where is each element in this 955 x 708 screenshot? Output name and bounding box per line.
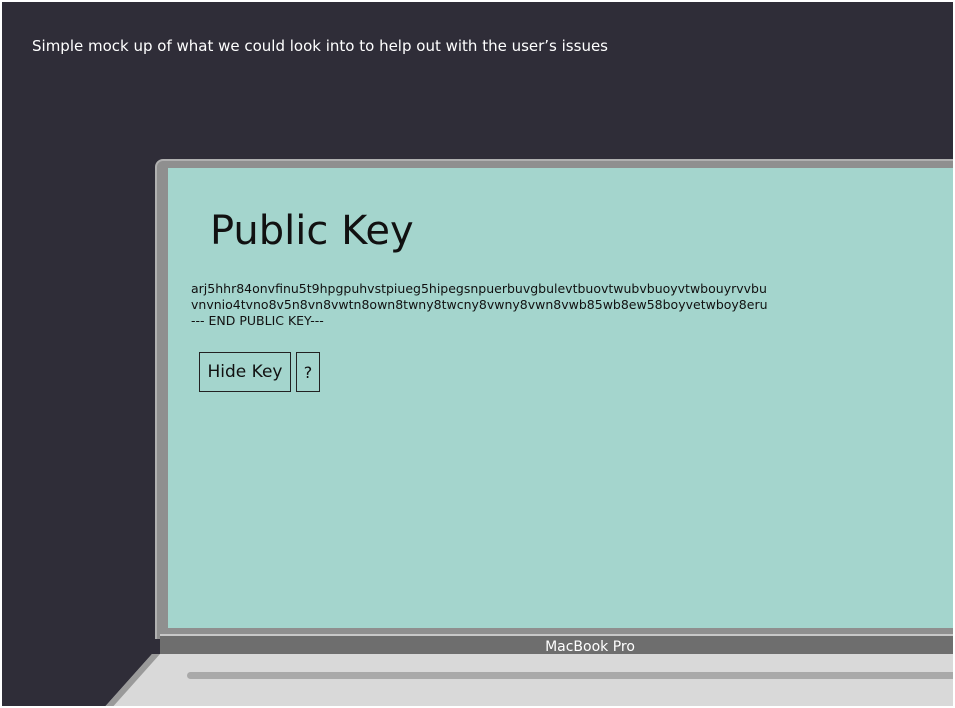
public-key-text: arj5hhr84onvfinu5t9hpgpuhvstpiueg5hipegs… <box>191 281 768 329</box>
help-button[interactable]: ? <box>296 352 320 392</box>
laptop-base <box>105 654 953 706</box>
public-key-line: vnvnio4tvno8v5n8vn8vwtn8own8twny8twcny8v… <box>191 297 768 312</box>
laptop-base-groove <box>187 672 953 679</box>
mockup-caption: Simple mock up of what we could look int… <box>32 37 608 55</box>
laptop-screen: Public Key arj5hhr84onvfinu5t9hpgpuhvstp… <box>168 168 953 628</box>
laptop-base-deck <box>105 654 953 706</box>
hide-key-button[interactable]: Hide Key <box>199 352 291 392</box>
page-title: Public Key <box>210 208 414 254</box>
public-key-end-marker: --- END PUBLIC KEY--- <box>191 313 324 328</box>
public-key-line: arj5hhr84onvfinu5t9hpgpuhvstpiueg5hipegs… <box>191 281 767 296</box>
mockup-canvas: Simple mock up of what we could look int… <box>0 0 955 708</box>
